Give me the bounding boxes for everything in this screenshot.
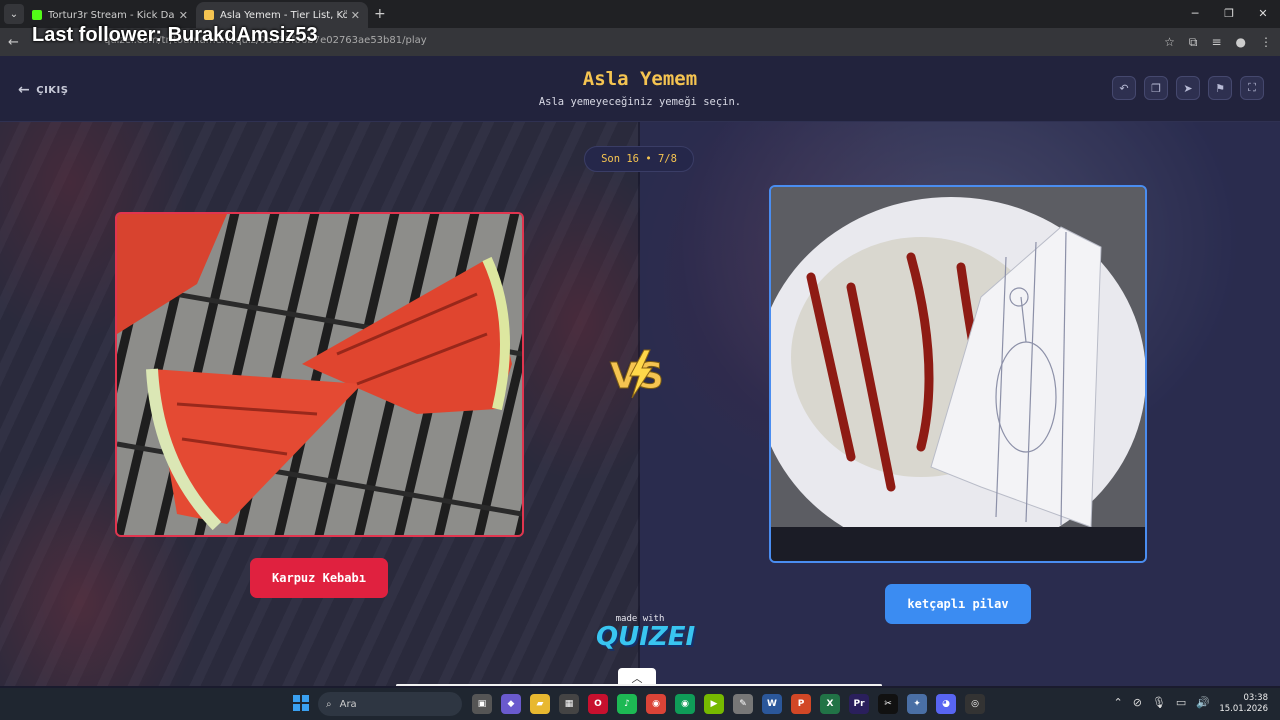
- horizontal-scrollbar[interactable]: [396, 684, 882, 686]
- excel-icon[interactable]: X: [820, 694, 840, 714]
- media-controls-icon[interactable]: ≡: [1211, 35, 1221, 49]
- close-tab-icon[interactable]: ✕: [179, 9, 188, 22]
- discord-icon[interactable]: ◕: [936, 694, 956, 714]
- clock-date: 15.01.2026: [1219, 704, 1268, 714]
- quizei-favicon-icon: [204, 10, 214, 20]
- undo-icon[interactable]: ↶: [1112, 76, 1136, 100]
- nvidia-icon[interactable]: ▶: [704, 694, 724, 714]
- windows-taskbar: ⌕ Ara ▣ ◆ ▰ ▦ O ♪ ◉ ◉ ▶ ✎ W P X Pr ✂ ✦ ◕…: [0, 688, 1280, 720]
- capcut-icon[interactable]: ✂: [878, 694, 898, 714]
- premiere-icon[interactable]: Pr: [849, 694, 869, 714]
- display-icon[interactable]: ▭: [1176, 696, 1186, 709]
- choose-right-button[interactable]: ketçaplı pilav: [885, 584, 1031, 624]
- center-divider: [638, 122, 640, 686]
- network-app-icon[interactable]: ✦: [907, 694, 927, 714]
- fullscreen-icon[interactable]: ⛶: [1240, 76, 1264, 100]
- clock-time: 03:38: [1243, 693, 1269, 703]
- versus-icon: VS: [610, 349, 664, 399]
- taskbar-apps: ▣ ◆ ▰ ▦ O ♪ ◉ ◉ ▶ ✎ W P X Pr ✂ ✦ ◕ ◎: [472, 694, 985, 714]
- notepad-icon[interactable]: ✎: [733, 694, 753, 714]
- extensions-icon[interactable]: ⧉: [1189, 35, 1198, 50]
- search-icon: ⌕: [326, 698, 332, 710]
- quiz-header: ← ÇIKIŞ Asla Yemem Asla yemeyeceğiniz ye…: [0, 56, 1280, 122]
- tab-search-button[interactable]: ⌄: [4, 4, 24, 24]
- chrome-icon[interactable]: ◉: [646, 694, 666, 714]
- ketchup-rice-image: [771, 187, 1145, 561]
- store-icon[interactable]: ▦: [559, 694, 579, 714]
- obs-icon[interactable]: ◎: [965, 694, 985, 714]
- kick-favicon-icon: [32, 10, 42, 20]
- file-explorer-icon[interactable]: ▰: [530, 694, 550, 714]
- profile-avatar-icon[interactable]: ●: [1236, 35, 1246, 49]
- stream-follower-overlay: Last follower: BurakdAmsiz53: [32, 24, 318, 46]
- share-send-icon[interactable]: ➤: [1176, 76, 1200, 100]
- option-right-card[interactable]: [769, 185, 1147, 563]
- chrome-active-icon[interactable]: ◉: [675, 694, 695, 714]
- header-actions: ↶ ❐ ➤ ⚑ ⛶: [1112, 76, 1264, 100]
- window-controls: ─ ❐ ✕: [1178, 0, 1280, 28]
- choose-left-button[interactable]: Karpuz Kebabı: [250, 558, 388, 598]
- maximize-icon[interactable]: ❐: [1212, 0, 1246, 28]
- volume-icon[interactable]: 🔊: [1196, 696, 1210, 709]
- taskbar-clock[interactable]: 03:38 15.01.2026: [1219, 693, 1268, 715]
- powerpoint-icon[interactable]: P: [791, 694, 811, 714]
- copilot-icon[interactable]: ◆: [501, 694, 521, 714]
- bookmark-star-icon[interactable]: ☆: [1164, 35, 1175, 49]
- report-flag-icon[interactable]: ⚑: [1208, 76, 1232, 100]
- word-icon[interactable]: W: [762, 694, 782, 714]
- chevron-up-tray-icon[interactable]: ⌃: [1113, 696, 1122, 709]
- address-bar-icons: ☆ ⧉ ≡ ● ⋮: [1164, 28, 1272, 56]
- system-tray: ⌃ ⊘ 🎙 ▭ 🔊: [1113, 696, 1210, 709]
- screen: ⌄ Tortur3r Stream - Kick Dashboa ✕ Asla …: [0, 0, 1280, 720]
- microphone-icon[interactable]: 🎙: [1152, 696, 1166, 709]
- spotify-icon[interactable]: ♪: [617, 694, 637, 714]
- page-title: Asla Yemem: [582, 68, 698, 90]
- round-indicator: Son 16 • 7/8: [584, 146, 694, 172]
- page-subtitle: Asla yemeyeceğiniz yemeği seçin.: [538, 96, 742, 108]
- close-window-icon[interactable]: ✕: [1246, 0, 1280, 28]
- grilled-watermelon-image: [117, 214, 522, 535]
- back-arrow-icon[interactable]: ←: [8, 35, 24, 50]
- tab-title: Tortur3r Stream - Kick Dashboa: [48, 9, 175, 21]
- matchup-stage: Son 16 • 7/8 Karpuz Kebabı ketçaplı pila…: [0, 122, 1280, 686]
- windows-start-icon[interactable]: [293, 695, 309, 711]
- network-off-icon[interactable]: ⊘: [1133, 696, 1142, 709]
- copy-icon[interactable]: ❐: [1144, 76, 1168, 100]
- opera-icon[interactable]: O: [588, 694, 608, 714]
- new-tab-button[interactable]: +: [374, 6, 386, 22]
- search-placeholder: Ara: [339, 698, 357, 710]
- option-left-card[interactable]: [115, 212, 524, 537]
- more-menu-icon[interactable]: ⋮: [1260, 35, 1272, 49]
- minimize-icon[interactable]: ─: [1178, 0, 1212, 28]
- close-tab-icon[interactable]: ✕: [351, 9, 360, 22]
- taskbar-search[interactable]: ⌕ Ara: [318, 692, 462, 716]
- tab-title: Asla Yemem - Tier List, Kör Sıral: [220, 9, 347, 21]
- task-view-icon[interactable]: ▣: [472, 694, 492, 714]
- quizei-logo[interactable]: QUIZEI: [596, 622, 695, 658]
